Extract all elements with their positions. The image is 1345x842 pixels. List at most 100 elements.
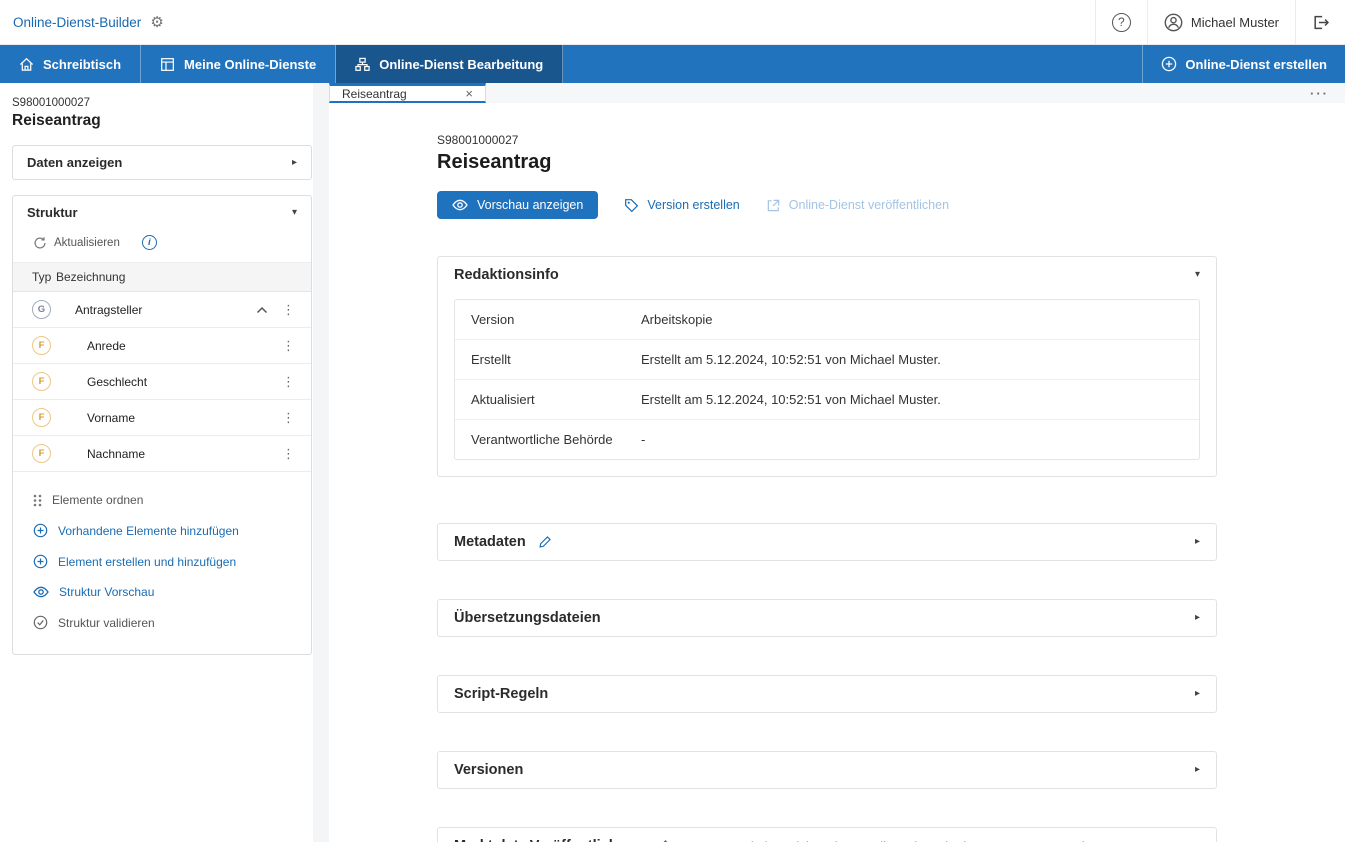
panel-title: Versionen: [454, 762, 523, 778]
edit-pencil-icon[interactable]: [538, 535, 552, 549]
marktplatz-header[interactable]: Marktplatz Veröffentlichung Wie kann ich…: [438, 828, 1216, 842]
sidebar-service-id: S98001000027: [12, 97, 313, 109]
panel-title: Script-Regeln: [454, 686, 548, 702]
table-row-geschlecht[interactable]: F Geschlecht ⋮: [13, 364, 311, 400]
refresh-icon: [33, 236, 47, 250]
help-icon: ?: [1112, 13, 1131, 32]
services-grid-icon: [160, 57, 175, 72]
metadaten-header[interactable]: Metadaten ▸: [438, 524, 1216, 560]
row-label: Erstellt: [471, 352, 641, 367]
action-label: Vorhandene Elemente hinzufügen: [58, 524, 239, 538]
vorhandene-elemente-hinzufuegen-button[interactable]: Vorhandene Elemente hinzufügen: [13, 515, 311, 546]
tab-label: Reiseantrag: [342, 87, 407, 101]
create-label: Online-Dienst erstellen: [1185, 57, 1327, 72]
add-circle-icon: [1161, 56, 1177, 72]
collapse-chevron-up-icon[interactable]: [256, 306, 268, 314]
eye-icon: [452, 199, 468, 211]
row-menu-icon[interactable]: ⋮: [282, 446, 295, 462]
version-erstellen-button[interactable]: Version erstellen: [624, 198, 739, 213]
button-label: Online-Dienst veröffentlichen: [789, 198, 949, 212]
struktur-panel: Struktur ▾ Aktualisieren i Typ Beze: [12, 195, 312, 655]
panel-title: Redaktionsinfo: [454, 267, 559, 283]
row-menu-icon[interactable]: ⋮: [282, 302, 295, 318]
versionen-panel: Versionen ▸: [437, 751, 1217, 789]
uebersetzungsdateien-header[interactable]: Übersetzungsdateien ▸: [438, 600, 1216, 636]
action-label: Struktur Vorschau: [59, 585, 154, 599]
action-label: Struktur validieren: [58, 616, 155, 630]
row-menu-icon[interactable]: ⋮: [282, 374, 295, 390]
table-row-vorname[interactable]: F Vorname ⋮: [13, 400, 311, 436]
help-button[interactable]: ?: [1095, 0, 1147, 45]
button-label: Version erstellen: [647, 198, 739, 212]
row-label: Aktualisiert: [471, 392, 641, 407]
user-icon: [1164, 13, 1183, 32]
service-id: S98001000027: [437, 133, 1345, 147]
struktur-vorschau-button[interactable]: Struktur Vorschau: [13, 577, 311, 607]
drag-handle-icon: [33, 494, 42, 507]
vorschau-anzeigen-button[interactable]: Vorschau anzeigen: [437, 191, 598, 219]
panel-title: Marktplatz Veröffentlichung: [454, 838, 644, 842]
struktur-validieren-button[interactable]: Struktur validieren: [13, 607, 311, 638]
close-icon[interactable]: ×: [465, 86, 473, 101]
row-label: Geschlecht: [75, 375, 282, 389]
structure-table-header: Typ Bezeichnung: [13, 262, 311, 292]
main-area: Reiseantrag × ··· S98001000027 Reiseantr…: [329, 83, 1345, 842]
add-circle-icon: [33, 523, 48, 538]
home-icon: [19, 57, 34, 72]
chevron-right-icon: ▸: [292, 158, 297, 168]
action-label: Element erstellen und hinzufügen: [58, 555, 236, 569]
script-regeln-header[interactable]: Script-Regeln ▸: [438, 676, 1216, 712]
logout-button[interactable]: [1295, 0, 1345, 45]
table-row-anrede[interactable]: F Anrede ⋮: [13, 328, 311, 364]
splitter[interactable]: [313, 83, 329, 842]
struktur-header[interactable]: Struktur ▾: [13, 196, 311, 229]
refresh-label: Aktualisieren: [54, 237, 120, 249]
elemente-ordnen-button[interactable]: Elemente ordnen: [13, 485, 311, 515]
row-value: Erstellt am 5.12.2024, 10:52:51 von Mich…: [641, 352, 1183, 367]
chevron-down-icon: ▾: [1195, 270, 1200, 280]
panel-title: Metadaten: [454, 534, 526, 550]
nav-item-online-dienst-bearbeitung[interactable]: Online-Dienst Bearbeitung: [336, 45, 563, 83]
element-erstellen-hinzufuegen-button[interactable]: Element erstellen und hinzufügen: [13, 546, 311, 577]
versionen-header[interactable]: Versionen ▸: [438, 752, 1216, 788]
tab-overflow-icon[interactable]: ···: [1310, 86, 1345, 101]
chevron-right-icon: ▸: [1195, 537, 1200, 547]
daten-anzeigen-panel: Daten anzeigen ▸: [12, 145, 312, 180]
sitemap-icon: [355, 57, 370, 72]
document-tab-bar: Reiseantrag × ···: [329, 83, 1345, 103]
tab-reiseantrag[interactable]: Reiseantrag ×: [329, 83, 486, 103]
nav-item-meine-online-dienste[interactable]: Meine Online-Dienste: [141, 45, 336, 83]
structure-table: Typ Bezeichnung G Antragsteller ⋮: [13, 262, 311, 472]
create-online-dienst-button[interactable]: Online-Dienst erstellen: [1142, 45, 1345, 83]
row-value: -: [641, 432, 1183, 447]
refresh-button[interactable]: Aktualisieren: [33, 236, 120, 250]
row-label: Vorname: [75, 411, 282, 425]
user-menu[interactable]: Michael Muster: [1147, 0, 1295, 45]
script-regeln-panel: Script-Regeln ▸: [437, 675, 1217, 713]
nav-item-schreibtisch[interactable]: Schreibtisch: [0, 45, 141, 83]
field-type-icon: F: [32, 408, 51, 427]
info-row: Version Arbeitskopie: [455, 300, 1199, 340]
startapp-help-link[interactable]: Wie kann ich meinen Online-Dienst in der…: [739, 839, 1107, 842]
table-row-nachname[interactable]: F Nachname ⋮: [13, 436, 311, 472]
sidebar-service-name: Reiseantrag: [12, 112, 313, 130]
row-value: Arbeitskopie: [641, 312, 1183, 327]
chevron-right-icon: ▸: [1195, 765, 1200, 775]
nav-label: Schreibtisch: [43, 57, 121, 72]
check-circle-icon: [33, 615, 48, 630]
settings-gear-icon[interactable]: ⚙: [150, 15, 163, 30]
tag-icon: [624, 198, 639, 213]
redaktionsinfo-header[interactable]: Redaktionsinfo ▾: [438, 257, 1216, 293]
daten-anzeigen-header[interactable]: Daten anzeigen ▸: [13, 146, 311, 179]
panel-title: Struktur: [27, 205, 78, 220]
online-dienst-veroeffentlichen-button[interactable]: Online-Dienst veröffentlichen: [766, 198, 949, 213]
field-type-icon: F: [32, 372, 51, 391]
row-label: Version: [471, 312, 641, 327]
nav-label: Meine Online-Dienste: [184, 57, 316, 72]
panel-title: Übersetzungsdateien: [454, 610, 601, 626]
row-menu-icon[interactable]: ⋮: [282, 410, 295, 426]
info-icon[interactable]: i: [142, 235, 157, 250]
info-row: Aktualisiert Erstellt am 5.12.2024, 10:5…: [455, 380, 1199, 420]
row-menu-icon[interactable]: ⋮: [282, 338, 295, 354]
table-row-antragsteller[interactable]: G Antragsteller ⋮: [13, 292, 311, 328]
